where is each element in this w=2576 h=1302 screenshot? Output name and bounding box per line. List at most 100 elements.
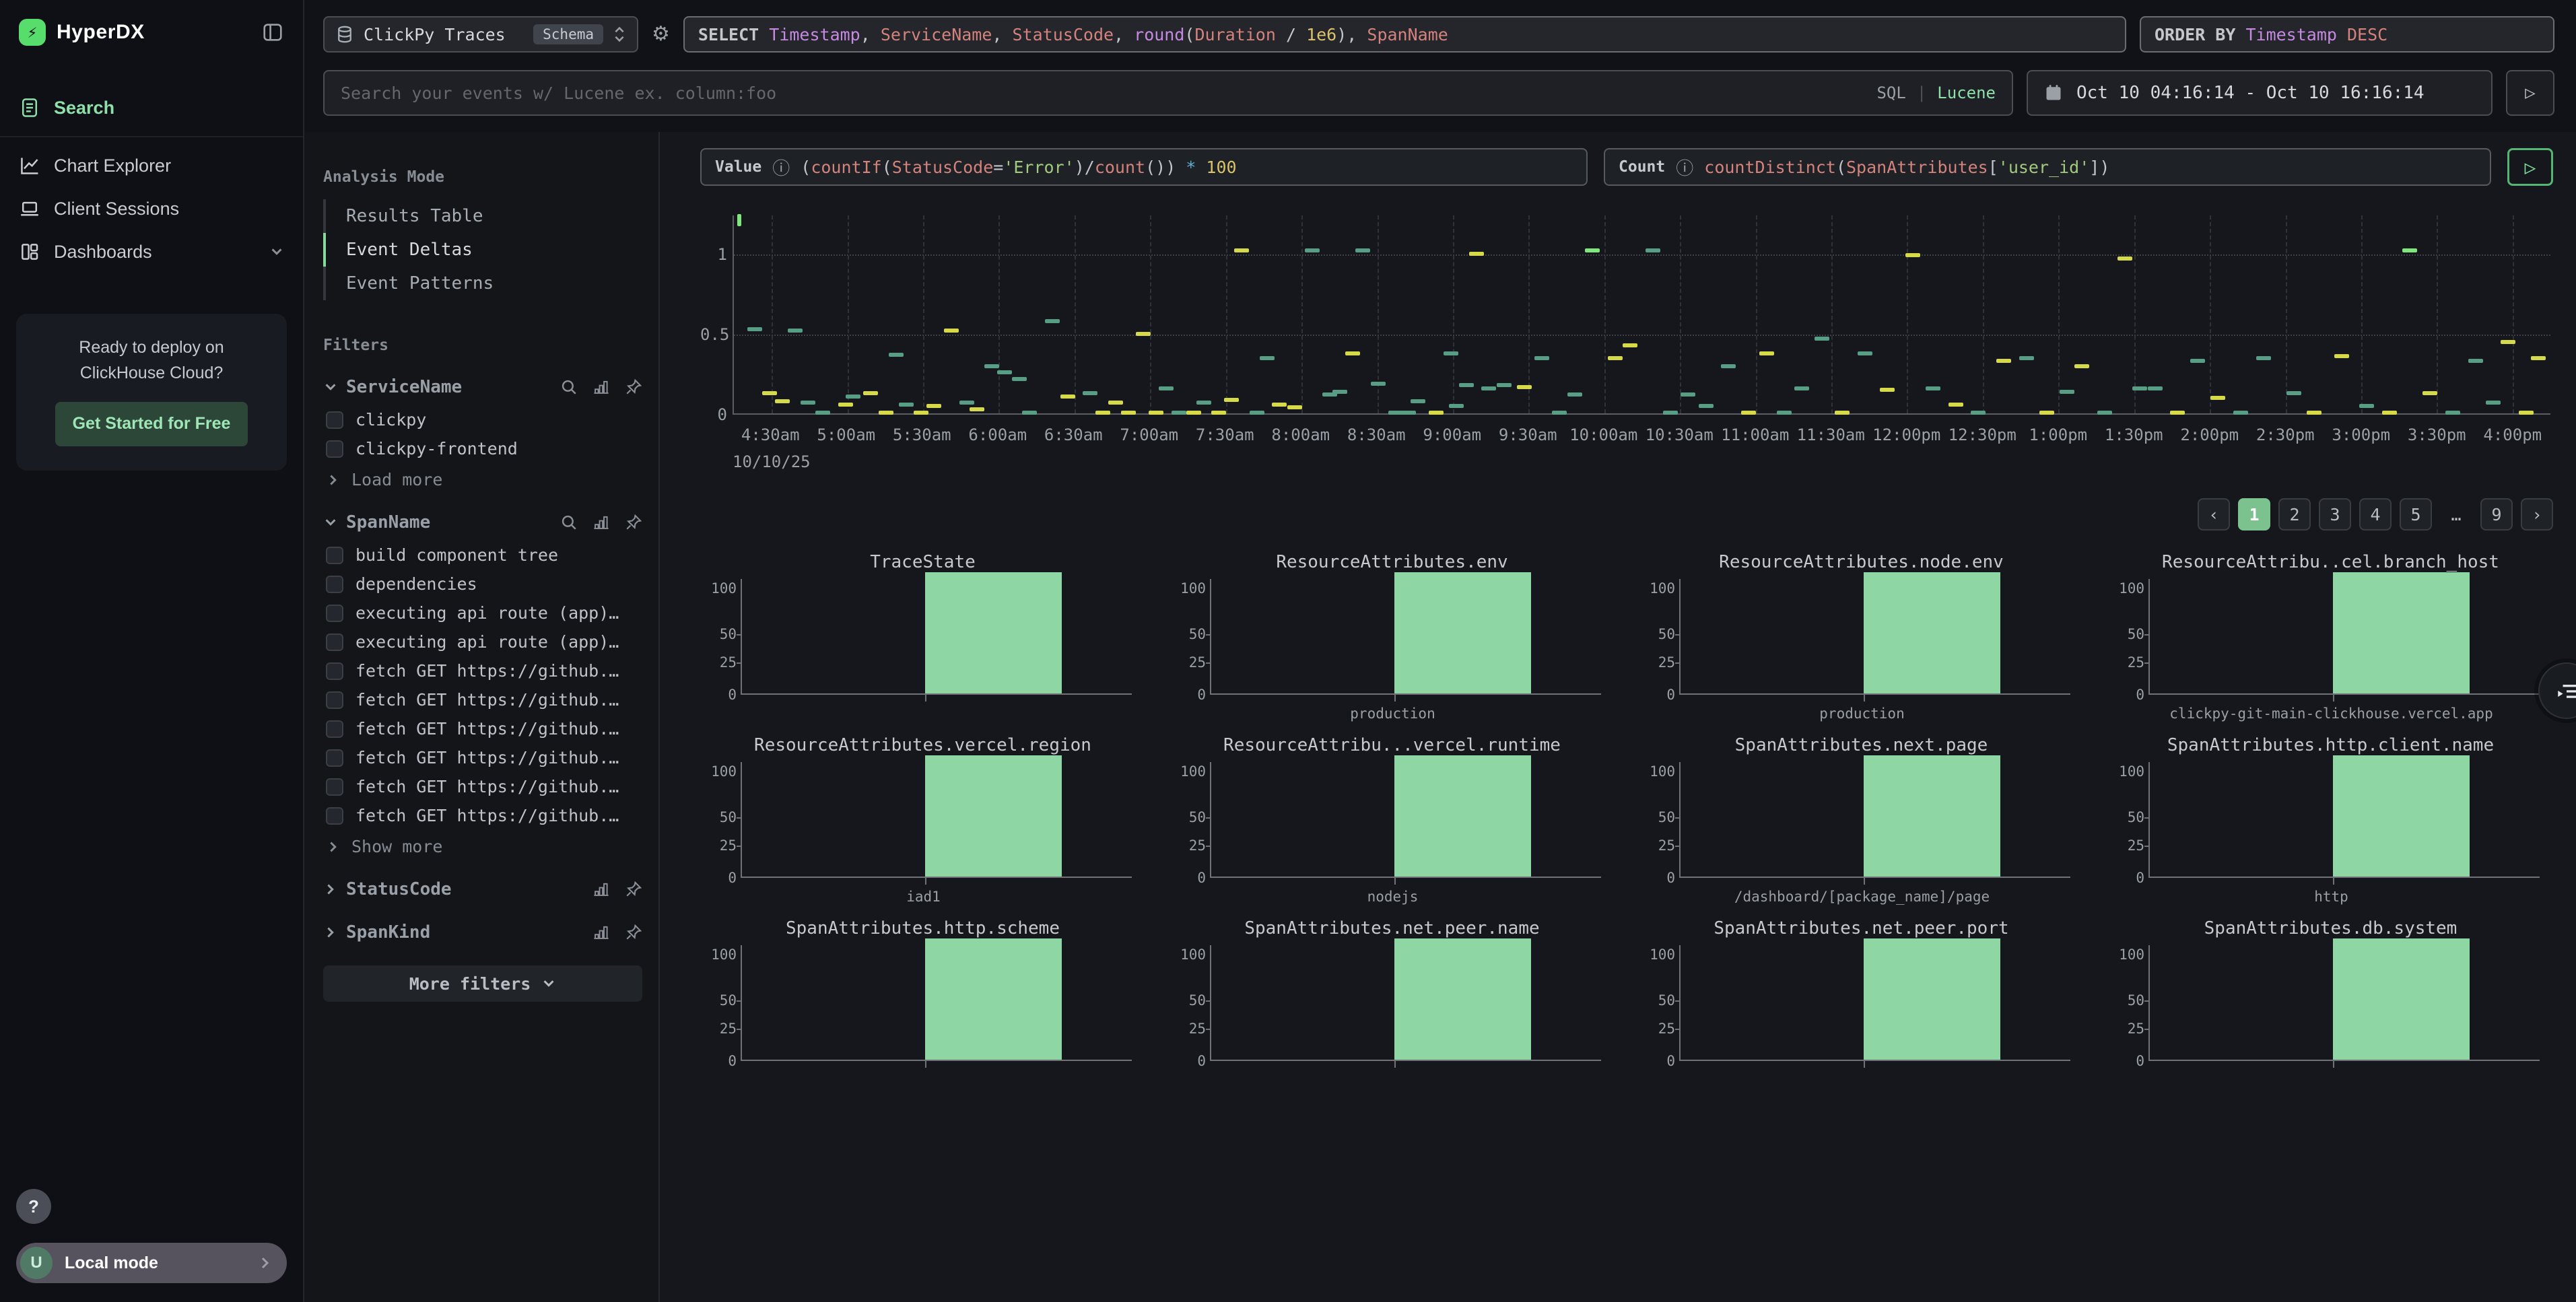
- checkbox[interactable]: [326, 576, 343, 593]
- filter-item[interactable]: fetch GET https://github.…: [323, 801, 642, 830]
- filter-item[interactable]: fetch GET https://github.…: [323, 772, 642, 801]
- minichart-resourceattribu-cel-branch-host[interactable]: ResourceAttribu..cel.branch_host02550100…: [2108, 552, 2553, 727]
- sql-mode-toggle[interactable]: SQL: [1876, 83, 1905, 102]
- checkbox[interactable]: [326, 749, 343, 767]
- minichart-y-tick: [1206, 634, 1211, 636]
- minichart-spanattributes-next-page[interactable]: SpanAttributes.next.page02550100/dashboa…: [1639, 735, 2084, 910]
- sidebar-item-chart-explorer[interactable]: Chart Explorer: [0, 144, 303, 187]
- sidebar-item-dashboards[interactable]: Dashboards: [0, 230, 303, 273]
- filter-item[interactable]: clickpy-frontend: [323, 434, 642, 463]
- show-more-link[interactable]: Show more: [323, 830, 642, 856]
- page-button-1[interactable]: 1: [2238, 498, 2270, 530]
- pin-icon[interactable]: [625, 378, 642, 396]
- search-bar[interactable]: SQL | Lucene: [323, 70, 2013, 116]
- gridline-horizontal: [734, 254, 2550, 256]
- checkbox[interactable]: [326, 605, 343, 622]
- sidebar-item-label: Chart Explorer: [54, 156, 171, 176]
- chart-point: [1136, 332, 1151, 336]
- value-expression-input[interactable]: Value ⓘ (countIf(StatusCode='Error')/cou…: [700, 148, 1588, 186]
- search-run-button[interactable]: ▷: [2506, 70, 2554, 116]
- filter-group-statuscode[interactable]: StatusCode: [323, 879, 642, 899]
- pin-icon[interactable]: [625, 514, 642, 531]
- get-started-button[interactable]: Get Started for Free: [55, 402, 248, 446]
- page-next-button[interactable]: ›: [2521, 498, 2553, 530]
- sidebar-item-search[interactable]: Search: [0, 86, 303, 129]
- page-button-4[interactable]: 4: [2359, 498, 2392, 530]
- filter-item[interactable]: executing api route (app)…: [323, 598, 642, 627]
- sidebar-item-client-sessions[interactable]: Client Sessions: [0, 187, 303, 230]
- checkbox[interactable]: [326, 778, 343, 796]
- chart-icon[interactable]: [592, 378, 610, 396]
- filter-item[interactable]: fetch GET https://github.…: [323, 685, 642, 714]
- minichart-resourceattributes-node-env[interactable]: ResourceAttributes.node.env02550100produ…: [1639, 552, 2084, 727]
- minichart-spanattributes-http-client-name[interactable]: SpanAttributes.http.client.name02550100h…: [2108, 735, 2553, 910]
- minichart-plot: 02550100production: [1210, 579, 1601, 695]
- checkbox[interactable]: [326, 411, 343, 429]
- minichart-spanattributes-net-peer-name[interactable]: SpanAttributes.net.peer.name02550100z5pr…: [1170, 918, 1615, 1072]
- lucene-mode-toggle[interactable]: Lucene: [1937, 83, 1996, 102]
- page-button-2[interactable]: 2: [2278, 498, 2311, 530]
- checkbox[interactable]: [326, 440, 343, 458]
- run-query-button[interactable]: ▷: [2507, 148, 2553, 186]
- analysis-mode-results-table[interactable]: Results Table: [323, 199, 642, 233]
- checkbox[interactable]: [326, 691, 343, 709]
- pin-icon[interactable]: [625, 924, 642, 941]
- source-name: ClickPy Traces: [364, 25, 506, 44]
- page-prev-button[interactable]: ‹: [2198, 498, 2230, 530]
- filter-item[interactable]: build component tree: [323, 541, 642, 570]
- select-clause-input[interactable]: SELECT Timestamp, ServiceName, StatusCod…: [683, 16, 2126, 53]
- checkbox[interactable]: [326, 547, 343, 564]
- filter-group-spankind[interactable]: SpanKind: [323, 922, 642, 943]
- minichart-spanattributes-db-system[interactable]: SpanAttributes.db.system02550100clickhou…: [2108, 918, 2553, 1072]
- chart-plot-area[interactable]: [733, 215, 2550, 415]
- count-expression-input[interactable]: Count ⓘ countDistinct(SpanAttributes['us…: [1604, 148, 2491, 186]
- chart-point: [1211, 411, 1226, 415]
- chart-icon[interactable]: [592, 514, 610, 531]
- page-button-3[interactable]: 3: [2319, 498, 2351, 530]
- checkbox[interactable]: [326, 720, 343, 738]
- filter-item[interactable]: executing api route (app)…: [323, 627, 642, 656]
- filter-item[interactable]: fetch GET https://github.…: [323, 714, 642, 743]
- sidebar-collapse-icon[interactable]: [261, 21, 284, 44]
- date-range-picker[interactable]: Oct 10 04:16:14 - Oct 10 16:16:14: [2027, 70, 2493, 116]
- filter-item[interactable]: dependencies: [323, 570, 642, 598]
- page-button-5[interactable]: 5: [2400, 498, 2432, 530]
- checkbox[interactable]: [326, 662, 343, 680]
- query-row: Value ⓘ (countIf(StatusCode='Error')/cou…: [700, 148, 2553, 186]
- pin-icon[interactable]: [625, 881, 642, 898]
- source-select[interactable]: ClickPy Traces Schema: [323, 16, 638, 53]
- search-input[interactable]: [341, 83, 1876, 103]
- checkbox[interactable]: [326, 633, 343, 651]
- search-icon[interactable]: [560, 514, 578, 531]
- minichart-spanattributes-net-peer-port[interactable]: SpanAttributes.net.peer.port025501008443: [1639, 918, 2084, 1072]
- gridline-vertical: [2058, 215, 2060, 413]
- filter-group-servicename[interactable]: ServiceName: [323, 377, 642, 397]
- gear-icon[interactable]: ⚙: [652, 24, 670, 44]
- analysis-mode-event-deltas[interactable]: Event Deltas: [323, 233, 642, 267]
- analysis-mode-event-patterns[interactable]: Event Patterns: [323, 267, 642, 300]
- order-by-input[interactable]: ORDER BY Timestamp DESC: [2140, 16, 2554, 53]
- minichart-resourceattributes-env[interactable]: ResourceAttributes.env02550100production: [1170, 552, 1615, 727]
- minichart-y-label: 25: [1171, 654, 1206, 671]
- chart-icon[interactable]: [592, 924, 610, 941]
- minichart-tracestate[interactable]: TraceState02550100: [700, 552, 1145, 727]
- more-filters-button[interactable]: More filters: [323, 965, 642, 1002]
- checkbox[interactable]: [326, 807, 343, 825]
- help-button[interactable]: ?: [16, 1189, 51, 1224]
- event-deltas-chart: 00.51 4:30am5:00am5:30am6:00am6:30am7:00…: [700, 215, 2553, 479]
- chart-point: [914, 411, 928, 415]
- code-token: ): [2099, 158, 2109, 177]
- filter-item[interactable]: clickpy: [323, 405, 642, 434]
- chart-icon[interactable]: [592, 881, 610, 898]
- minichart-resourceattributes-vercel-region[interactable]: ResourceAttributes.vercel.region02550100…: [700, 735, 1145, 910]
- load-more-link[interactable]: Load more: [323, 463, 642, 489]
- minichart-spanattributes-http-scheme[interactable]: SpanAttributes.http.scheme02550100https: [700, 918, 1145, 1072]
- filter-item[interactable]: fetch GET https://github.…: [323, 743, 642, 772]
- local-mode-menu[interactable]: U Local mode: [16, 1243, 287, 1283]
- filter-group-spanname[interactable]: SpanName: [323, 512, 642, 533]
- search-icon[interactable]: [560, 378, 578, 396]
- page-button-9[interactable]: 9: [2480, 498, 2513, 530]
- filter-item[interactable]: fetch GET https://github.…: [323, 656, 642, 685]
- minichart-resourceattribu-vercel-runtime[interactable]: ResourceAttribu...vercel.runtime02550100…: [1170, 735, 1615, 910]
- code-token: Timestamp: [2245, 25, 2336, 44]
